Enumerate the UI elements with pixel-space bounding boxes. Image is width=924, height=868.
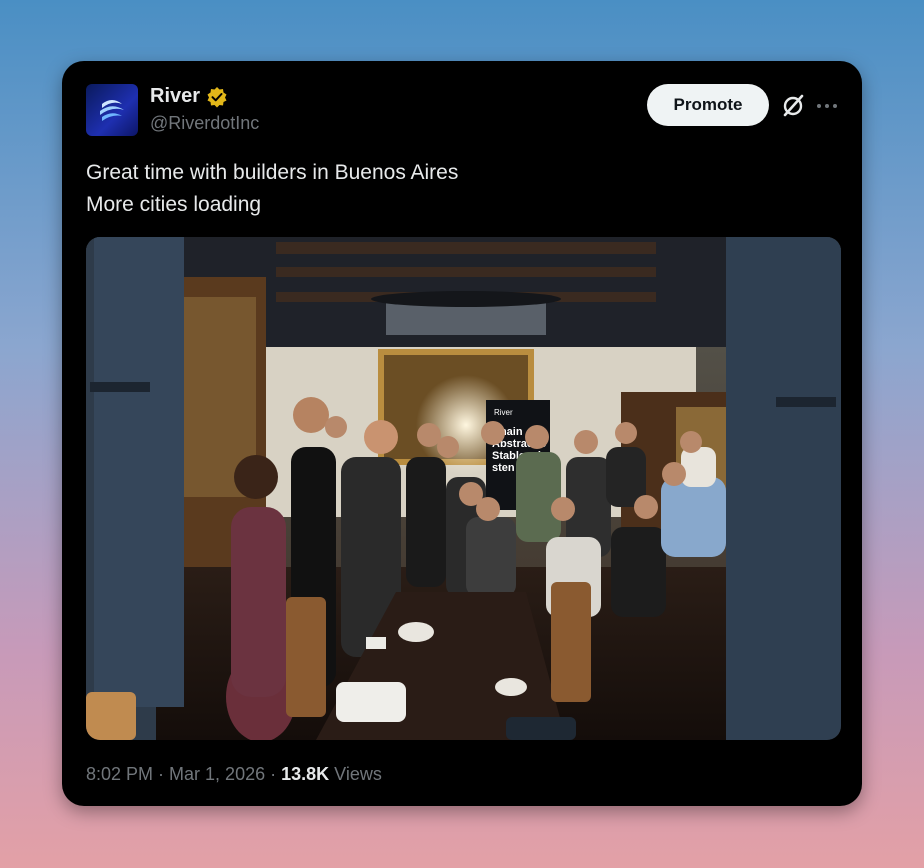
river-logo-icon [100,100,124,121]
banner-line-4: sten [492,462,515,474]
post-card: River @RiverdotInc Promote Great time wi… [62,61,862,806]
post-text-line-2: More cities loading [86,193,262,216]
meta-separator: · [153,764,170,784]
banner-logo: River [494,408,513,417]
views-count[interactable]: 13.8K [281,764,329,784]
post-text-line-1: Great time with builders in Buenos Aires [86,161,459,184]
post-text: Great time with builders in Buenos Aires… [86,157,458,221]
author-name-row[interactable]: River [150,85,228,108]
meta-separator: · [265,764,282,784]
author-handle[interactable]: @RiverdotInc [150,113,259,134]
post-metadata: 8:02 PM · Mar 1, 2026 · 13.8K Views [86,764,382,785]
post-date[interactable]: Mar 1, 2026 [169,764,265,784]
promote-button[interactable]: Promote [647,84,769,126]
author-avatar[interactable] [86,84,138,136]
views-label[interactable]: Views [329,764,382,784]
grok-icon[interactable] [780,93,806,119]
author-name[interactable]: River [150,85,200,108]
group-photo-image: River Chain Abstractio Stablecoi sten [86,237,841,740]
post-photo[interactable]: River Chain Abstractio Stablecoi sten [86,237,841,740]
post-time[interactable]: 8:02 PM [86,764,153,784]
verified-badge-icon [207,86,227,107]
more-icon[interactable] [814,93,840,119]
